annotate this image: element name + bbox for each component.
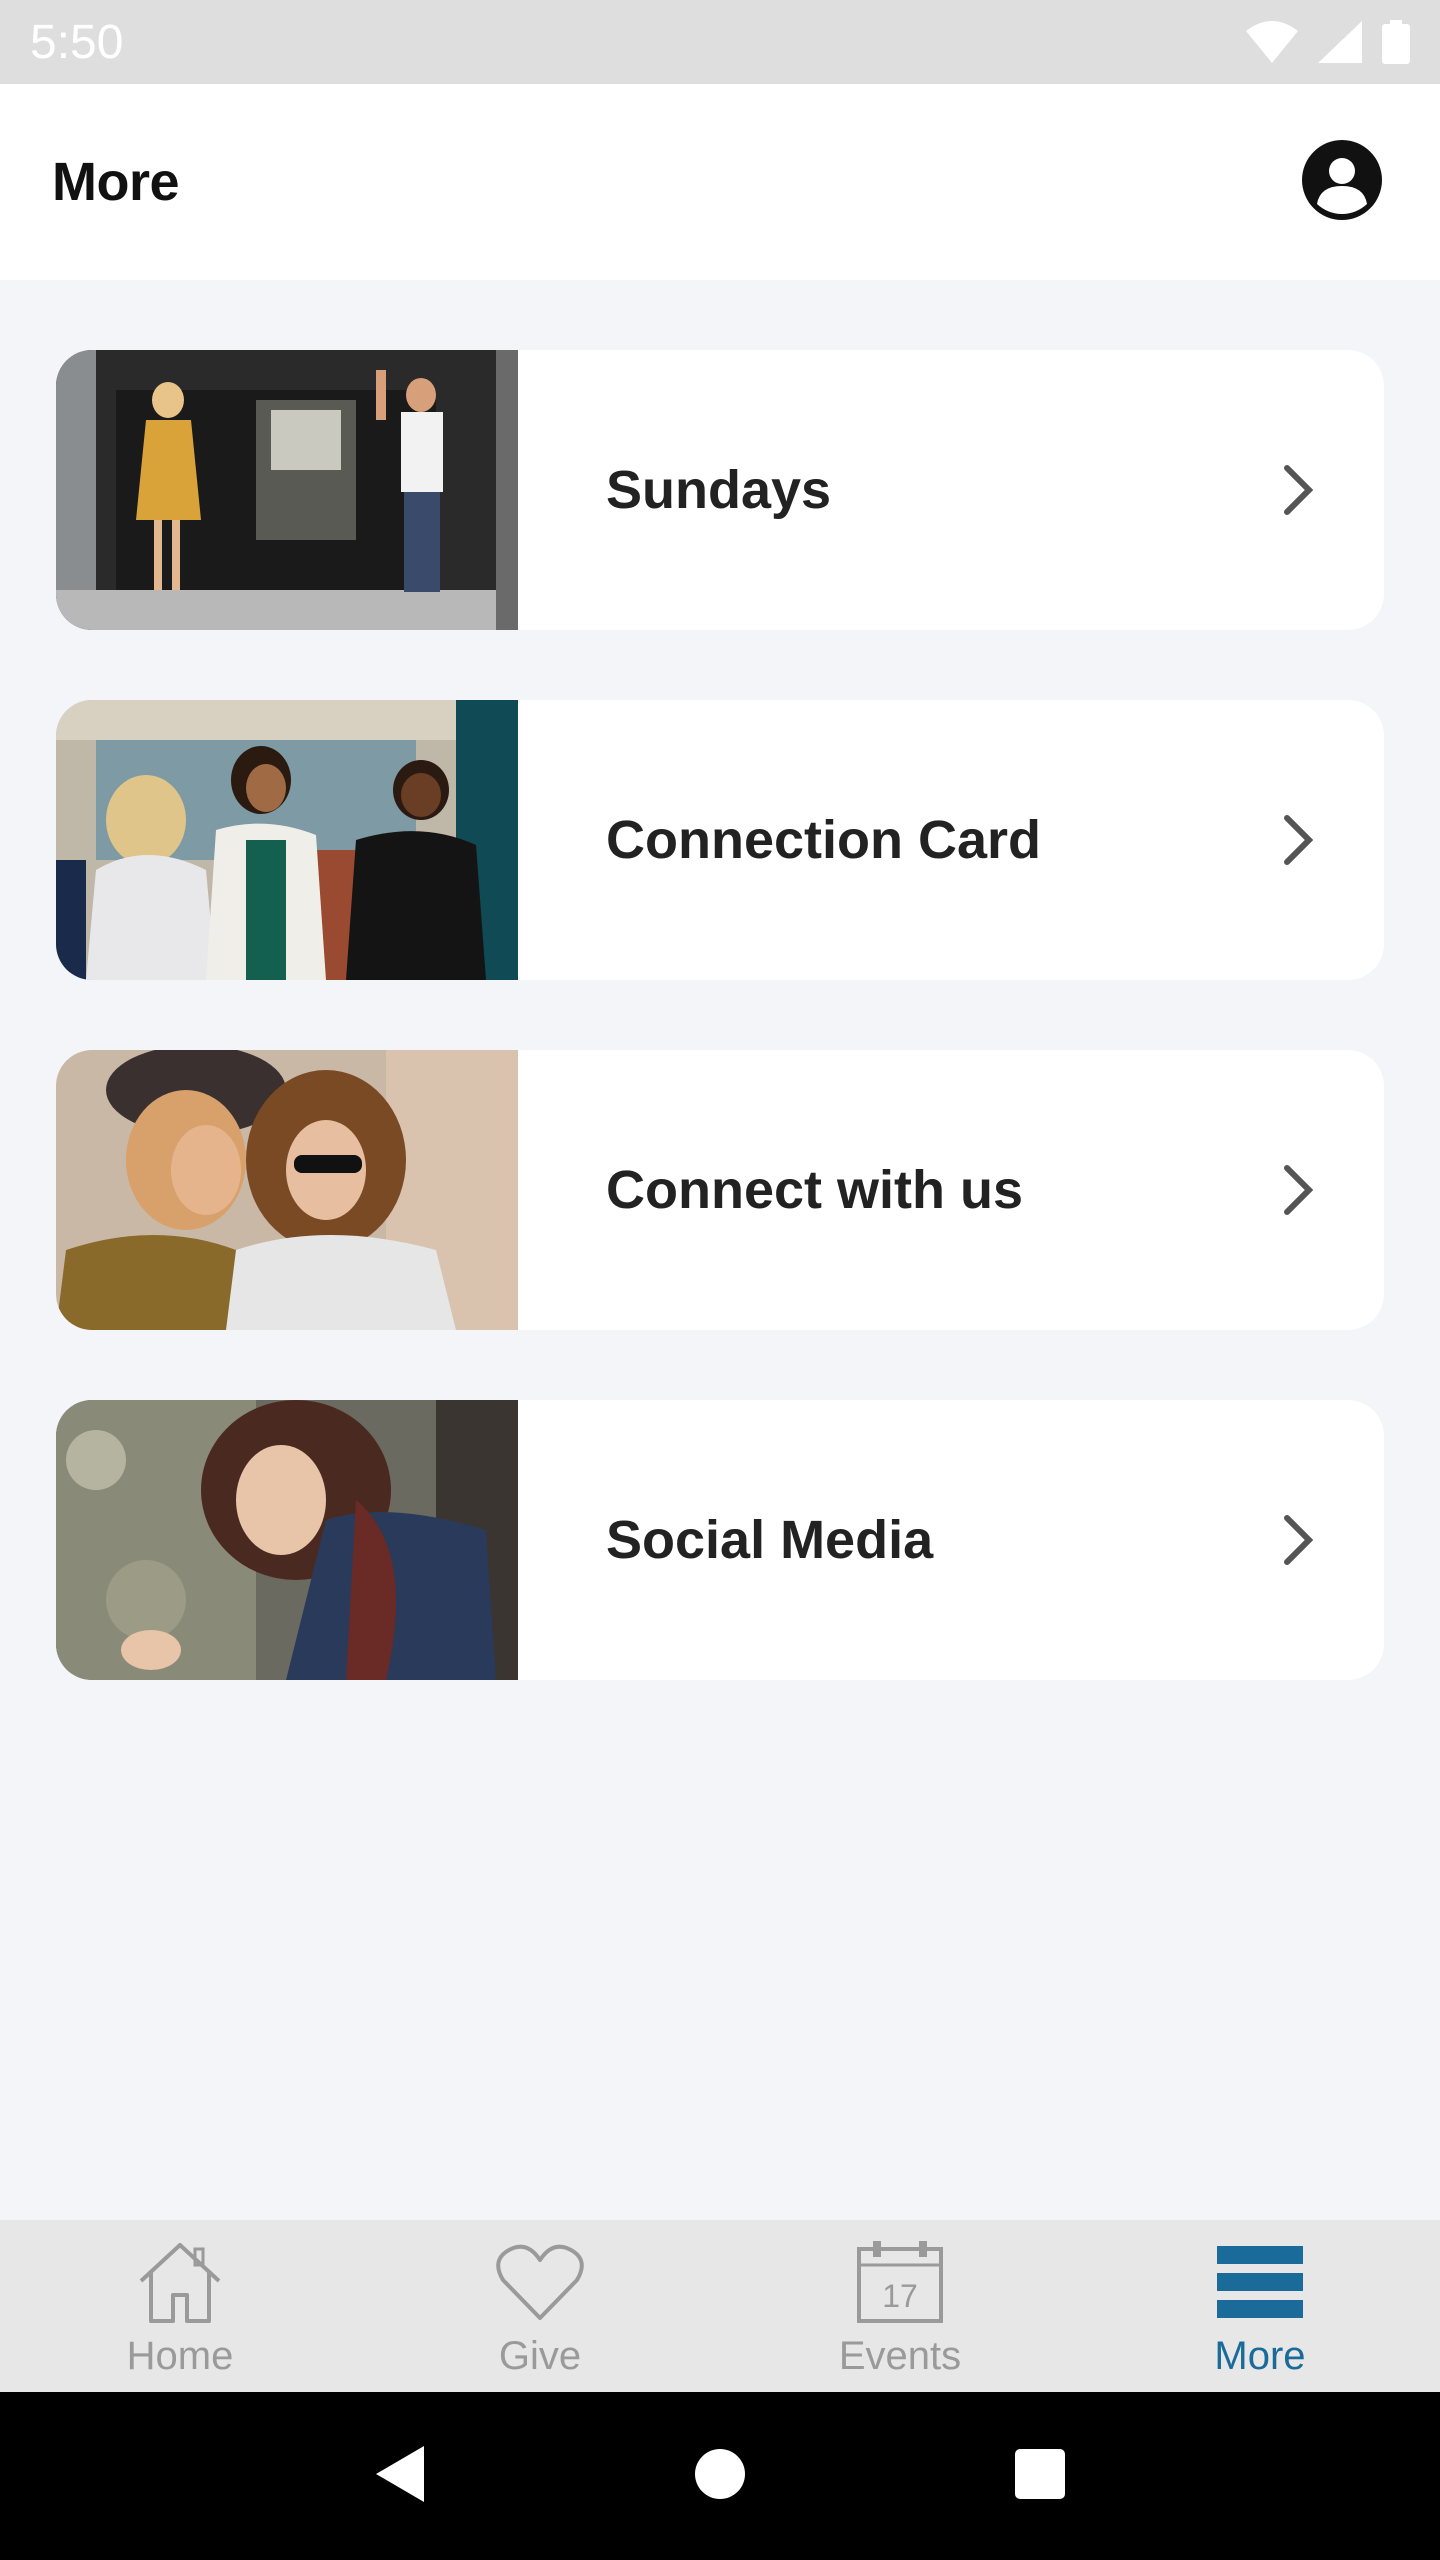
heart-icon [495,2234,585,2330]
sundays-thumbnail [56,350,518,630]
tab-label: Home [126,2334,234,2378]
home-system-button[interactable] [670,2426,770,2526]
social-media-thumbnail [56,1400,518,1680]
content-list: Sundays Connection Card Connect with us … [0,280,1440,2220]
list-item-connect-with-us[interactable]: Connect with us [56,1050,1384,1330]
chevron-right-icon [1274,1510,1322,1570]
chevron-right-icon [1274,460,1322,520]
cell-signal-icon [1318,21,1362,63]
calendar-day: 17 [882,2278,918,2314]
wifi-icon [1246,21,1298,63]
connection-card-thumbnail [56,700,518,980]
menu-icon [1215,2234,1305,2330]
list-item-connection-card[interactable]: Connection Card [56,700,1384,980]
app-header: More [0,84,1440,280]
back-button[interactable] [350,2426,450,2526]
tab-give[interactable]: Give [360,2220,720,2392]
battery-icon [1382,20,1410,64]
list-item-label: Social Media [606,1510,934,1570]
status-time: 5:50 [30,15,124,69]
status-bar: 5:50 [0,0,1440,84]
list-item-label: Connection Card [606,810,1042,870]
bottom-nav: Home Give 17 Events More [0,2220,1440,2392]
list-item-label: Sundays [606,460,832,520]
tab-more[interactable]: More [1080,2220,1440,2392]
back-triangle-icon [372,2442,428,2511]
user-circle-icon [1300,138,1384,227]
tab-label: Events [838,2334,962,2378]
recents-square-icon [1013,2447,1067,2506]
tab-label: More [1214,2334,1306,2378]
system-nav-bar [0,2392,1440,2560]
profile-button[interactable] [1300,138,1384,227]
chevron-right-icon [1274,1160,1322,1220]
tab-events[interactable]: 17 Events [720,2220,1080,2392]
page-title: More [52,152,180,212]
tab-label: Give [498,2334,582,2378]
list-item-label: Connect with us [606,1160,1023,1220]
recents-button[interactable] [990,2426,1090,2526]
list-item-social-media[interactable]: Social Media [56,1400,1384,1680]
calendar-icon: 17 [855,2234,945,2330]
home-circle-icon [693,2447,747,2506]
tab-home[interactable]: Home [0,2220,360,2392]
list-item-sundays[interactable]: Sundays [56,350,1384,630]
status-icons [1246,20,1410,64]
connect-with-us-thumbnail [56,1050,518,1330]
home-icon [135,2234,225,2330]
chevron-right-icon [1274,810,1322,870]
